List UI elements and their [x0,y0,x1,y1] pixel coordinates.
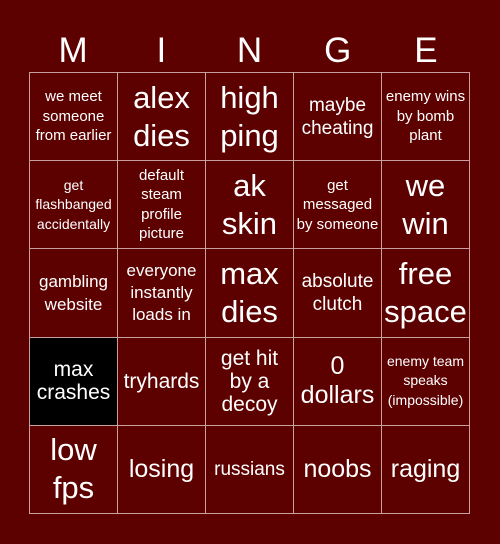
bingo-cell[interactable]: free space [382,249,470,338]
bingo-cell[interactable]: get flashbanged accidentally [30,161,118,250]
bingo-cell-marked[interactable]: max crashes [30,337,118,426]
bingo-title: M I N G E [29,30,470,72]
bingo-cell[interactable]: get hit by a decoy [206,337,294,426]
title-letter: G [324,31,352,70]
bingo-cell[interactable]: russians [206,425,294,514]
bingo-cell[interactable]: enemy team speaks (impossible) [382,337,470,426]
title-letter: N [236,31,263,70]
bingo-cell[interactable]: tryhards [118,337,206,426]
bingo-cell[interactable]: ak skin [206,161,294,250]
bingo-cell[interactable]: we meet someone from earlier [30,73,118,162]
bingo-cell[interactable]: gambling website [30,249,118,338]
bingo-cell[interactable]: maybe cheating [294,73,382,162]
bingo-cell[interactable]: everyone instantly loads in [118,249,206,338]
bingo-cell[interactable]: we win [382,161,470,250]
bingo-cell[interactable]: low fps [30,425,118,514]
bingo-cell[interactable]: raging [382,425,470,514]
bingo-cell[interactable]: default steam profile picture [118,161,206,250]
bingo-cell[interactable]: get messaged by someone [294,161,382,250]
bingo-cell[interactable]: losing [118,425,206,514]
title-letter: M [58,31,88,70]
bingo-cell[interactable]: max dies [206,249,294,338]
bingo-cell[interactable]: noobs [294,425,382,514]
title-letter: I [156,31,167,70]
bingo-cell[interactable]: absolute clutch [294,249,382,338]
bingo-cell[interactable]: alex dies [118,73,206,162]
bingo-cell[interactable]: enemy wins by bomb plant [382,73,470,162]
title-letter: E [414,31,438,70]
bingo-grid: we meet someone from earlier alex dies h… [29,72,470,514]
bingo-cell[interactable]: high ping [206,73,294,162]
bingo-cell[interactable]: 0 dollars [294,337,382,426]
